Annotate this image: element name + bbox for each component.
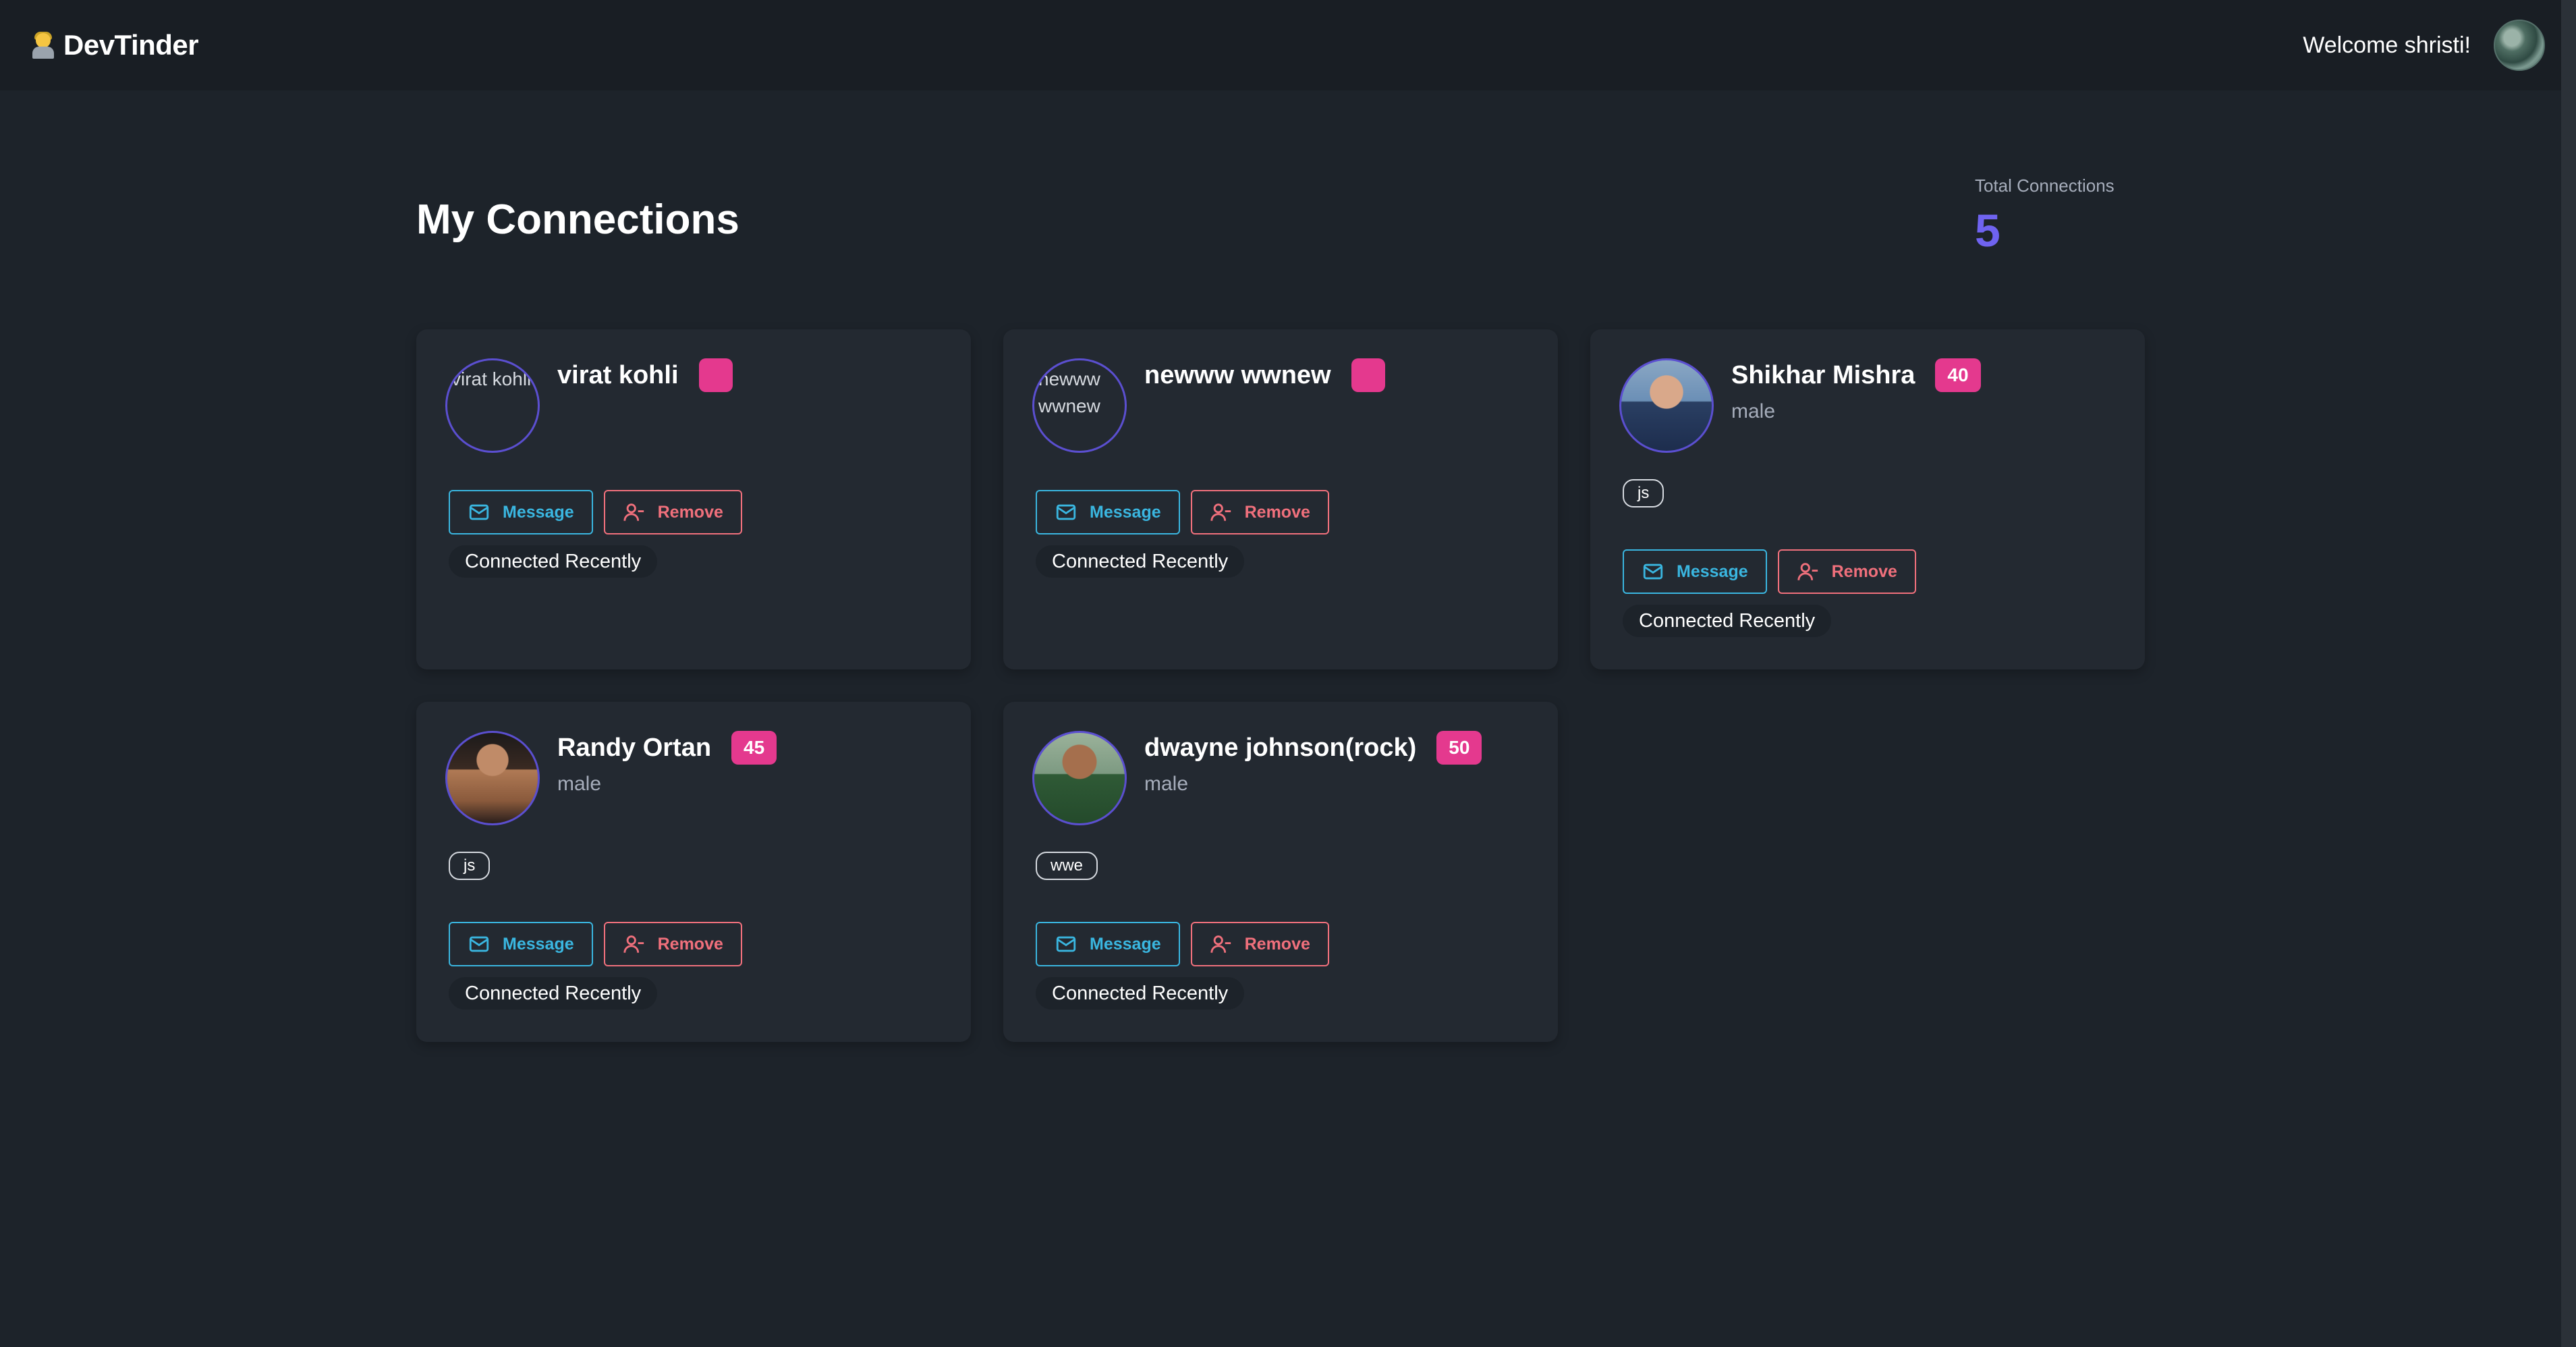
age-badge: 40 [1935,358,1981,392]
connection-name: Randy Ortan [557,734,712,762]
mail-icon [1056,936,1076,952]
connection-avatar [445,731,540,825]
navbar: DevTinder Welcome shristi! [0,0,2576,90]
user-minus-icon [623,503,644,521]
skill-badge: wwe [1036,852,1098,880]
connection-card: Shikhar Mishra 40 male js Message Remove… [1590,329,2145,669]
page-title: My Connections [416,196,739,243]
user-minus-icon [1210,503,1231,521]
connection-status: Connected Recently [1036,977,1245,1010]
remove-button[interactable]: Remove [603,490,742,534]
message-label: Message [1090,934,1161,954]
remove-button[interactable]: Remove [1190,490,1329,534]
age-badge: 45 [731,731,777,765]
remove-label: Remove [657,934,723,954]
welcome-text: Welcome shristi! [2303,32,2471,58]
connection-name: newww wwnew [1144,361,1331,389]
developer-emoji-icon [32,32,54,59]
stat-label: Total Connections [1975,175,2115,196]
mail-icon [469,936,489,952]
connection-status: Connected Recently [1036,545,1245,578]
remove-button[interactable]: Remove [1777,549,1916,594]
skill-badge: js [1623,479,1664,507]
mail-icon [469,504,489,520]
connection-card: virat kohli virat kohli Message Remove C… [416,329,971,669]
remove-label: Remove [1244,502,1310,522]
remove-label: Remove [1244,934,1310,954]
user-minus-icon [623,935,644,953]
connection-name: dwayne johnson(rock) [1144,734,1417,762]
connection-name: virat kohli [557,361,679,389]
message-button[interactable]: Message [1036,922,1180,966]
stat-value: 5 [1975,205,2000,256]
age-badge: 50 [1436,731,1482,765]
user-minus-icon [1797,563,1818,580]
connection-avatar [1032,731,1127,825]
connection-avatar: virat kohli [445,358,540,453]
message-label: Message [503,934,574,954]
mail-icon [1643,563,1663,580]
message-label: Message [1090,502,1161,522]
brand-logo[interactable]: DevTinder [32,29,199,61]
age-badge [698,358,733,392]
message-button[interactable]: Message [449,490,593,534]
connection-status: Connected Recently [449,545,658,578]
remove-button[interactable]: Remove [603,922,742,966]
total-connections-stat: Total Connections 5 [1975,175,2115,257]
connection-avatar [1619,358,1714,453]
age-badge [1351,358,1385,392]
remove-button[interactable]: Remove [1190,922,1329,966]
scrollbar[interactable] [2561,0,2576,1347]
connection-gender: male [1731,400,1776,422]
message-label: Message [1677,561,1748,581]
message-button[interactable]: Message [1623,549,1767,594]
connection-card: dwayne johnson(rock) 50 male wwe Message… [1003,702,1558,1042]
avatar-alt-text: virat kohli [451,368,532,389]
connection-card: Randy Ortan 45 male js Message Remove Co… [416,702,971,1042]
message-label: Message [503,502,574,522]
mail-icon [1056,504,1076,520]
connection-gender: male [557,773,602,795]
user-avatar[interactable] [2494,20,2545,71]
remove-label: Remove [1831,561,1897,581]
connection-status: Connected Recently [449,977,658,1010]
connection-gender: male [1144,773,1189,795]
message-button[interactable]: Message [1036,490,1180,534]
connection-name: Shikhar Mishra [1731,361,1915,389]
connection-status: Connected Recently [1623,605,1832,637]
avatar-alt-text: newww wwnew [1038,368,1100,416]
message-button[interactable]: Message [449,922,593,966]
brand-name: DevTinder [63,29,199,61]
user-minus-icon [1210,935,1231,953]
connection-avatar: newww wwnew [1032,358,1127,453]
connection-card: newww wwnew newww wwnew Message Remove C… [1003,329,1558,669]
skill-badge: js [449,852,491,880]
user-area: Welcome shristi! [2303,20,2545,71]
remove-label: Remove [657,502,723,522]
